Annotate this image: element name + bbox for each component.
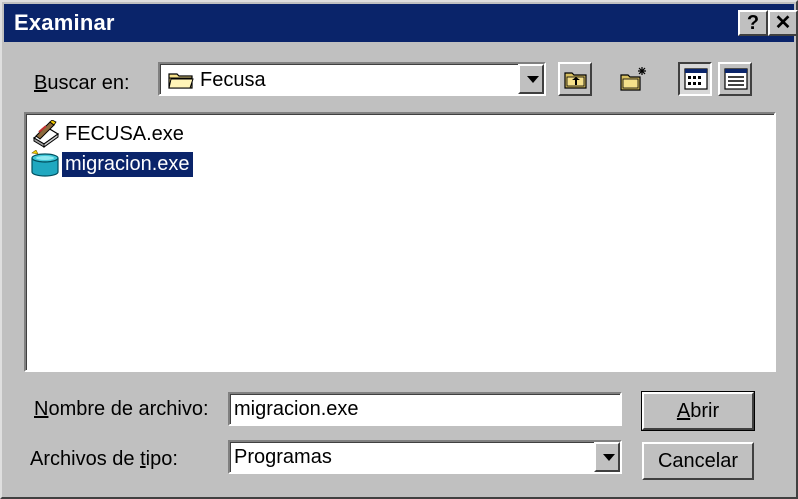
title-bar[interactable]: Examinar ? ✕ [4,4,798,42]
details-view-icon [724,68,748,90]
list-view-icon [684,68,708,90]
new-folder-icon [620,67,646,91]
help-button[interactable]: ? [738,10,768,36]
open-file-dialog: Examinar ? ✕ Buscar en: Fecusa FECUSA.ex… [0,0,798,499]
open-button[interactable]: Abrir [641,391,755,431]
list-view-button[interactable] [678,62,712,96]
cancel-button[interactable]: Cancelar [642,442,754,480]
database-exe-icon [30,149,60,178]
file-name: migracion.exe [61,151,194,178]
file-type-dropdown[interactable]: Programas [228,440,622,474]
file-name-field[interactable]: migracion.exe [228,392,622,426]
details-view-button[interactable] [718,62,752,96]
up-one-level-button[interactable] [558,62,592,96]
look-in-dropdown-button[interactable] [518,64,544,94]
close-icon: ✕ [774,12,792,34]
look-in-dropdown[interactable]: Fecusa [158,62,546,96]
up-one-level-icon [564,72,587,89]
chevron-down-icon [527,76,539,83]
folder-icon [168,70,194,95]
look-in-label: Buscar en: [34,72,130,94]
window-title: Examinar [14,10,115,35]
close-button[interactable]: ✕ [768,10,798,36]
chevron-down-icon [603,454,615,461]
file-type-dropdown-button[interactable] [594,442,620,472]
file-name-label: Nombre de archivo: [34,398,209,420]
file-name: FECUSA.exe [65,123,184,145]
new-folder-button[interactable] [616,62,650,96]
help-icon: ? [746,12,760,34]
file-name-value: migracion.exe [234,398,359,420]
look-in-value: Fecusa [200,69,266,91]
file-type-value: Programas [234,446,332,468]
file-type-label: Archivos de tipo: [30,448,178,470]
file-list[interactable]: FECUSA.exe migracion.exe [24,112,776,372]
setup-exe-icon [30,119,60,148]
